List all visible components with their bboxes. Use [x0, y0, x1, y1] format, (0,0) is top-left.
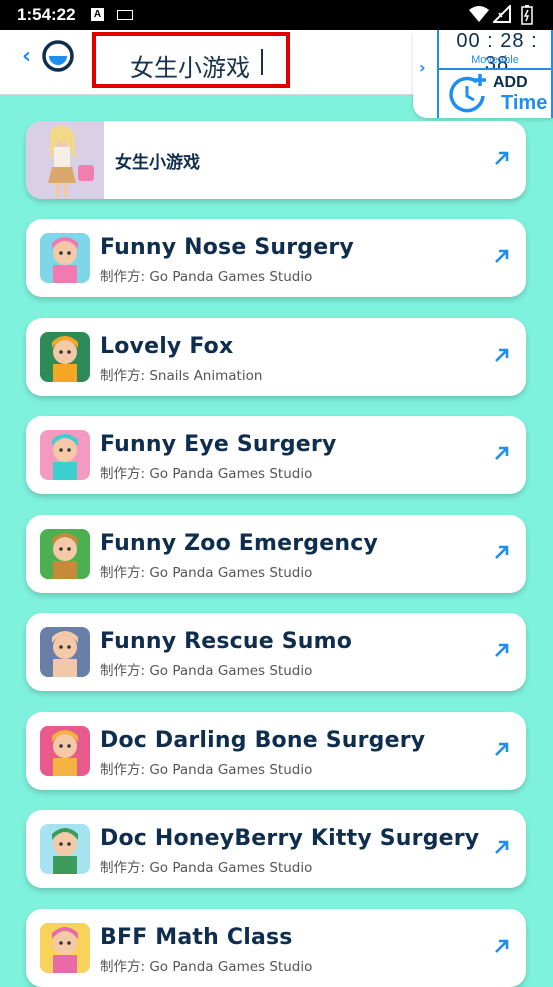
timer-widget[interactable]: › 00 : 28 : 38 Moveable ADD Time — [413, 30, 553, 118]
game-maker: 制作方: Go Panda Games Studio — [100, 565, 313, 581]
game-title: Funny Nose Surgery — [100, 235, 354, 260]
timer-box: 00 : 28 : 38 Moveable ADD Time — [437, 30, 553, 118]
open-arrow-icon[interactable] — [494, 150, 510, 166]
game-card[interactable]: Funny Zoo Emergency 制作方: Go Panda Games S… — [26, 515, 526, 593]
open-arrow-icon[interactable] — [494, 839, 510, 855]
category-title: 女生小游戏 — [115, 153, 200, 173]
open-arrow-icon[interactable] — [494, 347, 510, 363]
app-logo-icon[interactable] — [42, 40, 74, 72]
open-arrow-icon[interactable] — [494, 938, 510, 954]
open-arrow-icon[interactable] — [494, 544, 510, 560]
game-title: Funny Zoo Emergency — [100, 531, 378, 556]
game-title: Doc HoneyBerry Kitty Surgery — [100, 826, 480, 851]
category-card[interactable]: 女生小游戏 — [26, 121, 526, 199]
signal-icon — [493, 5, 511, 23]
search-input[interactable]: 女生小游戏 — [92, 32, 290, 88]
app-header: ‹ 女生小游戏 › 00 : 28 : 38 Moveable ADD Time — [0, 30, 553, 118]
open-arrow-icon[interactable] — [494, 445, 510, 461]
game-maker: 制作方: Snails Animation — [100, 368, 263, 384]
game-maker: 制作方: Go Panda Games Studio — [100, 663, 313, 679]
game-thumbnail — [40, 430, 90, 480]
timer-divider — [439, 68, 551, 70]
game-thumbnail — [40, 529, 90, 579]
game-card[interactable]: Lovely Fox 制作方: Snails Animation — [26, 318, 526, 396]
search-text[interactable]: 女生小游戏 — [130, 48, 250, 83]
game-card[interactable]: Funny Eye Surgery 制作方: Go Panda Games Stu… — [26, 416, 526, 494]
game-card[interactable]: Doc Darling Bone Surgery 制作方: Go Panda Ga… — [26, 712, 526, 790]
add-label[interactable]: ADD — [493, 74, 528, 92]
game-maker: 制作方: Go Panda Games Studio — [100, 466, 313, 482]
game-title: BFF Math Class — [100, 925, 293, 950]
open-arrow-icon[interactable] — [494, 642, 510, 658]
game-thumbnail — [40, 233, 90, 283]
game-maker: 制作方: Go Panda Games Studio — [100, 860, 313, 876]
game-maker: 制作方: Go Panda Games Studio — [100, 762, 313, 778]
game-title: Funny Rescue Sumo — [100, 629, 353, 654]
game-title: Doc Darling Bone Surgery — [100, 728, 426, 753]
keyboard-icon — [117, 10, 133, 20]
timer-expand-chevron-icon[interactable]: › — [419, 58, 426, 77]
game-thumbnail — [40, 923, 90, 973]
game-card[interactable]: Doc HoneyBerry Kitty Surgery 制作方: Go Pand… — [26, 810, 526, 888]
game-title: Funny Eye Surgery — [100, 432, 337, 457]
timer-moveable-label: Moveable — [471, 54, 519, 66]
game-card[interactable]: BFF Math Class 制作方: Go Panda Games Studio — [26, 909, 526, 987]
open-arrow-icon[interactable] — [494, 741, 510, 757]
game-thumbnail — [40, 627, 90, 677]
wifi-icon — [469, 6, 489, 22]
game-thumbnail — [40, 824, 90, 874]
status-bar: 1:54:22 A — [0, 0, 553, 30]
game-card[interactable]: Funny Nose Surgery 制作方: Go Panda Games St… — [26, 219, 526, 297]
category-thumbnail — [26, 121, 104, 199]
status-time: 1:54:22 — [17, 5, 76, 24]
add-time-clock-icon[interactable] — [447, 72, 489, 114]
game-title: Lovely Fox — [100, 334, 234, 359]
back-chevron-icon[interactable]: ‹ — [22, 46, 31, 68]
notification-a-icon: A — [91, 8, 104, 21]
game-thumbnail — [40, 726, 90, 776]
open-arrow-icon[interactable] — [494, 248, 510, 264]
text-caret — [261, 49, 263, 75]
battery-icon — [521, 5, 533, 25]
game-maker: 制作方: Go Panda Games Studio — [100, 959, 313, 975]
game-card[interactable]: Funny Rescue Sumo 制作方: Go Panda Games Stu… — [26, 613, 526, 691]
game-thumbnail — [40, 332, 90, 382]
time-label[interactable]: Time — [501, 92, 547, 115]
game-maker: 制作方: Go Panda Games Studio — [100, 269, 313, 285]
